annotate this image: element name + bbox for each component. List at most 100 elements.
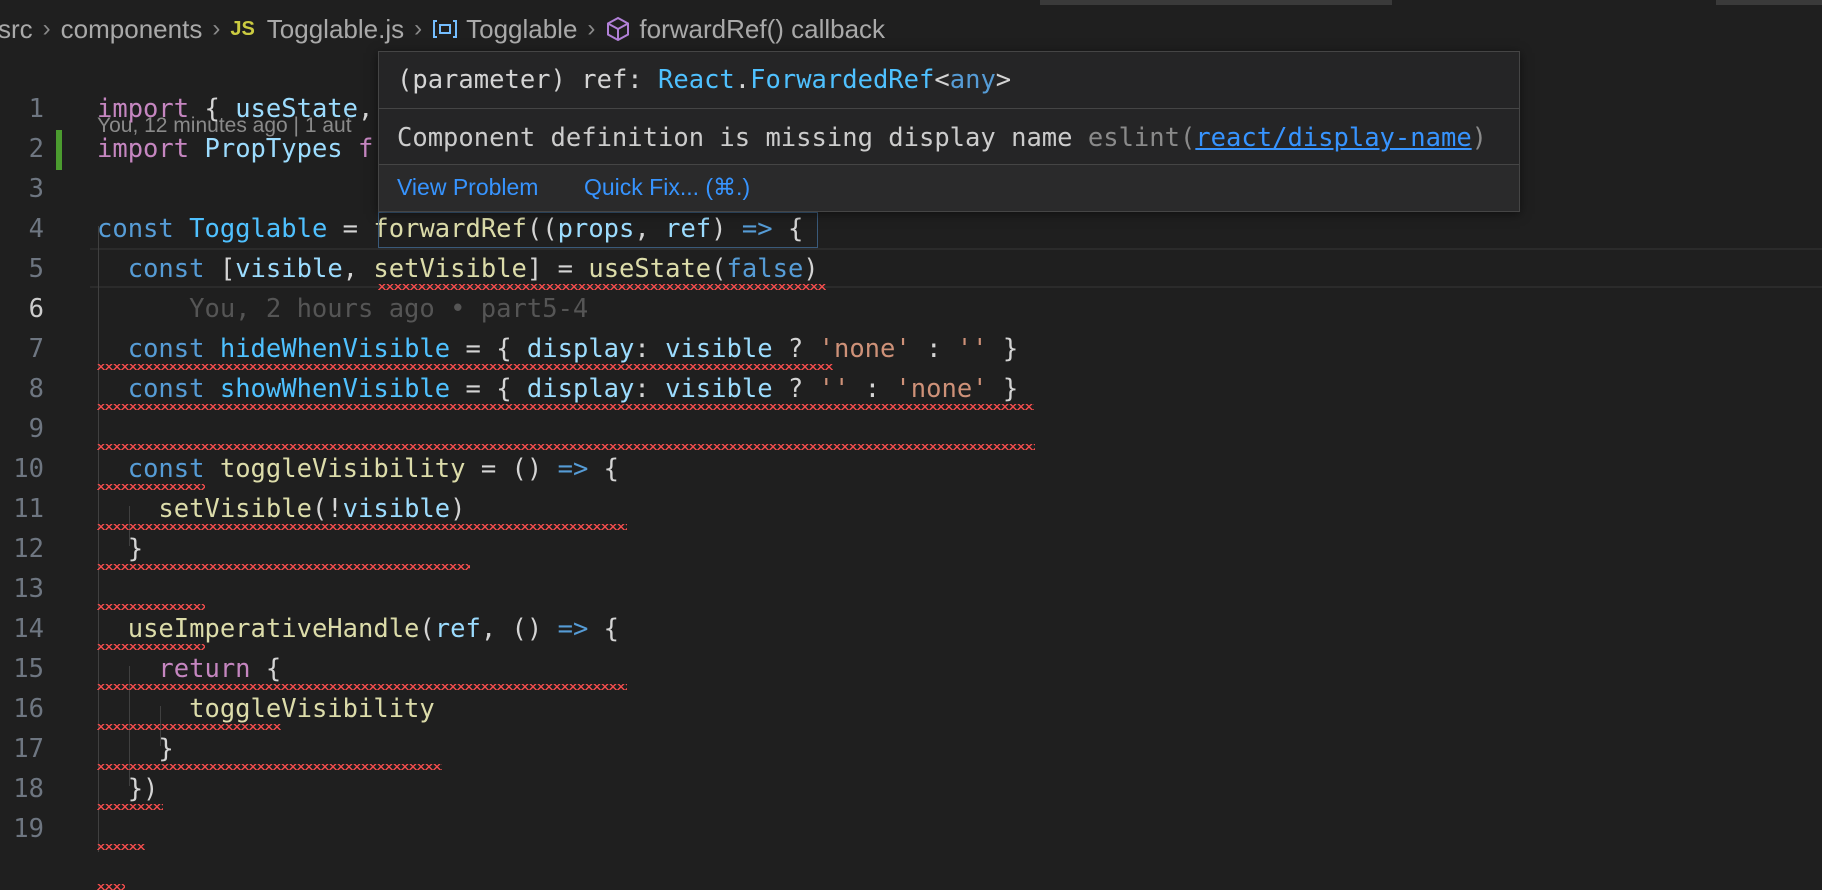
code-token: , (358, 94, 374, 124)
code-token: : (634, 334, 666, 364)
code-token: const (127, 334, 205, 364)
code-token: useState (588, 254, 712, 284)
breadcrumb-file[interactable]: Togglable.js (267, 14, 404, 45)
line-number[interactable]: 3 (0, 169, 44, 209)
line-number[interactable]: 16 (0, 689, 44, 729)
code-token: 'none' (818, 334, 911, 364)
sig-kind: (parameter) (397, 65, 566, 95)
code-token: } (97, 734, 174, 764)
code-line[interactable]: const [visible, setVisible] = useState(f… (97, 249, 819, 289)
chevron-right-icon: › (587, 15, 596, 42)
code-line[interactable]: toggleVisibility (97, 689, 435, 729)
line-number[interactable]: 6 (0, 289, 44, 329)
method-cube-icon (605, 16, 631, 42)
code-token: , (342, 254, 374, 284)
error-squiggle (97, 564, 470, 570)
code-token: { (189, 94, 236, 124)
code-line[interactable]: import { useState, (97, 89, 373, 129)
code-token: { (250, 654, 282, 684)
code-line[interactable]: } (97, 729, 174, 769)
code-token: setVisible (158, 494, 312, 524)
view-problem-link[interactable]: View Problem (397, 165, 538, 209)
line-number[interactable]: 8 (0, 369, 44, 409)
scrollbar-thumb[interactable] (1716, 0, 1822, 5)
error-squiggle (97, 404, 1034, 410)
error-squiggle (97, 644, 205, 650)
code-token: return (158, 654, 251, 684)
sig-namespace: React (658, 65, 735, 95)
line-number[interactable]: 10 (0, 449, 44, 489)
line-number[interactable]: 15 (0, 649, 44, 689)
error-squiggle (378, 284, 826, 290)
code-token: 'none' (895, 374, 988, 404)
code-line[interactable]: import PropTypes f (97, 129, 373, 169)
problem-text: Component definition is missing display … (397, 123, 1088, 153)
breadcrumb-symbol[interactable]: Togglable (466, 14, 577, 45)
code-token: { (588, 454, 620, 484)
code-token: setVisible (373, 254, 527, 284)
line-number[interactable]: 11 (0, 489, 44, 529)
code-token: } (987, 374, 1019, 404)
line-number[interactable]: 9 (0, 409, 44, 449)
line-number[interactable]: 14 (0, 609, 44, 649)
code-token: ( (419, 614, 435, 644)
eslint-source-close: ) (1471, 123, 1488, 153)
sig-dot: . (734, 65, 751, 95)
variable-symbol-icon (432, 16, 458, 42)
code-token: hideWhenVisible (219, 334, 451, 364)
code-line[interactable]: useImperativeHandle(ref, () => { (97, 609, 619, 649)
line-number[interactable]: 13 (0, 569, 44, 609)
code-token: display (526, 374, 635, 404)
code-line[interactable]: const hideWhenVisible = { display: visib… (97, 329, 1019, 369)
code-line[interactable]: } (97, 529, 143, 569)
line-number[interactable]: 19 (0, 809, 44, 849)
code-token: '' (956, 334, 988, 364)
chevron-right-icon: › (42, 15, 51, 42)
code-line[interactable]: }) (97, 769, 159, 809)
javascript-file-icon: JS (230, 17, 255, 40)
breadcrumb-callback[interactable]: forwardRef() callback (639, 14, 885, 45)
code-line[interactable]: return { (97, 649, 281, 689)
breadcrumb-src[interactable]: src (0, 14, 33, 45)
line-number[interactable]: 17 (0, 729, 44, 769)
line-number[interactable]: 12 (0, 529, 44, 569)
scrollbar-thumb[interactable] (1040, 0, 1392, 5)
line-number[interactable]: 7 (0, 329, 44, 369)
code-line[interactable]: You, 2 hours ago • part5-4 (97, 289, 588, 329)
error-squiggle (97, 804, 163, 810)
code-token: } (987, 334, 1019, 364)
code-token: } (97, 534, 144, 564)
code-line[interactable]: setVisible(!visible) (97, 489, 465, 529)
hover-tooltip: (parameter) ref: React.ForwardedRef<any>… (378, 51, 1520, 212)
hover-action-bar: View Problem Quick Fix... (⌘.) (379, 164, 1519, 211)
chevron-right-icon: › (414, 15, 423, 42)
code-token: ] = (526, 254, 589, 284)
quick-fix-link[interactable]: Quick Fix... (⌘.) (584, 165, 750, 209)
line-number[interactable]: 4 (0, 209, 44, 249)
hover-signature: (parameter) ref: React.ForwardedRef<any> (397, 60, 1011, 100)
line-number[interactable]: 18 (0, 769, 44, 809)
code-token: = { (450, 374, 527, 404)
code-token: f (358, 134, 374, 164)
line-number[interactable]: 5 (0, 249, 44, 289)
line-number[interactable]: 2 (0, 129, 44, 169)
code-line[interactable]: const toggleVisibility = () => { (97, 449, 619, 489)
code-token: Togglable (189, 214, 328, 244)
git-modified-indicator[interactable] (56, 130, 62, 170)
code-line[interactable]: const showWhenVisible = { display: visib… (97, 369, 1019, 409)
error-squiggle (97, 364, 833, 370)
line-number[interactable]: 1 (0, 89, 44, 129)
eslint-rule-link[interactable]: react/display-name (1195, 123, 1471, 153)
code-token: const (127, 254, 205, 284)
code-token: ? (772, 374, 819, 404)
code-token: , () (480, 614, 558, 644)
code-token: display (526, 334, 635, 364)
breadcrumb-components[interactable]: components (61, 14, 203, 45)
sig-name: ref: (565, 65, 659, 95)
